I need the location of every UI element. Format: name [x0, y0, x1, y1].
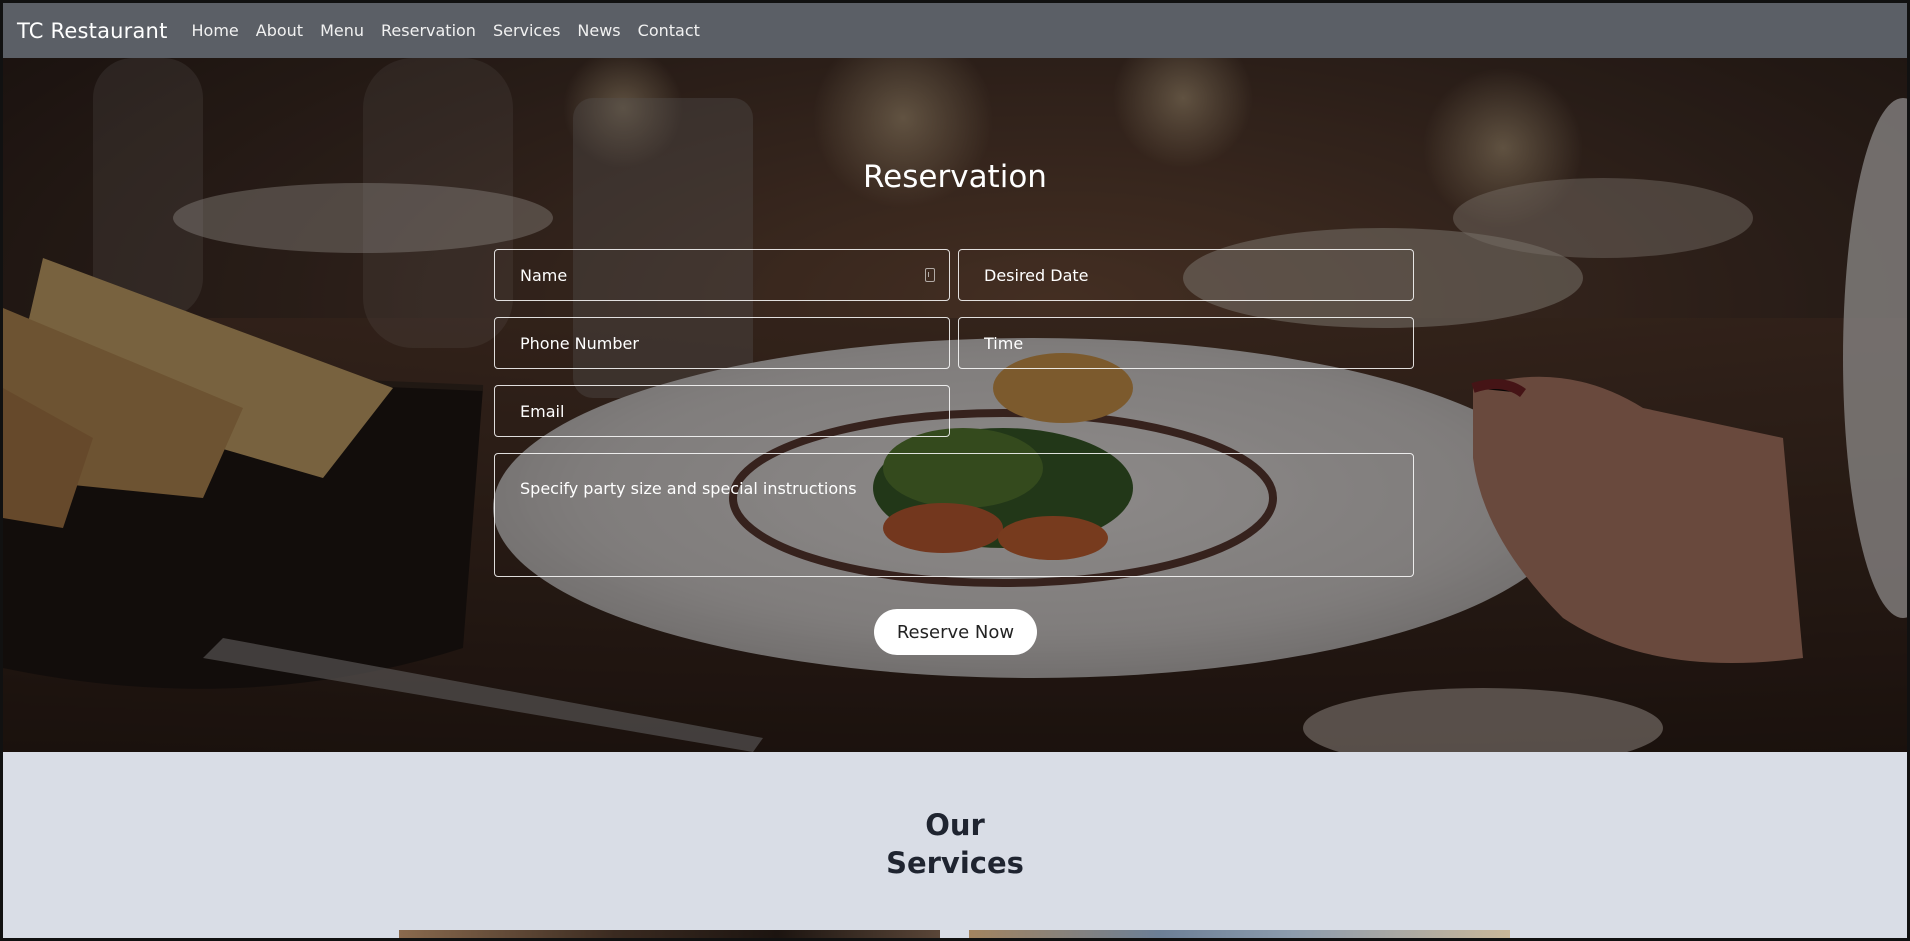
services-section: Our Services [3, 752, 1907, 938]
nav-link-news[interactable]: News [577, 21, 620, 40]
nav-link-services[interactable]: Services [493, 21, 560, 40]
nav-link-contact[interactable]: Contact [638, 21, 700, 40]
nav-link-reservation[interactable]: Reservation [381, 21, 476, 40]
reserve-now-button[interactable]: Reserve Now [874, 609, 1037, 655]
navbar: TC Restaurant Home About Menu Reservatio… [3, 3, 1907, 58]
desired-date-input[interactable] [958, 249, 1414, 301]
services-title: Our Services [3, 806, 1907, 882]
brand-logo[interactable]: TC Restaurant [17, 19, 168, 43]
service-card-image-2[interactable] [969, 930, 1510, 938]
browser-viewport: TC Restaurant Home About Menu Reservatio… [0, 0, 1910, 941]
service-card-image-1[interactable] [399, 930, 940, 938]
name-input[interactable] [494, 249, 950, 301]
nav-link-home[interactable]: Home [192, 21, 239, 40]
services-title-line2: Services [886, 846, 1024, 880]
time-input[interactable] [958, 317, 1414, 369]
nav-link-about[interactable]: About [256, 21, 303, 40]
autofill-contact-icon[interactable] [925, 268, 935, 282]
services-title-line1: Our [925, 808, 985, 842]
special-instructions-textarea[interactable] [494, 453, 1414, 577]
reservation-title: Reservation [863, 159, 1047, 195]
phone-number-input[interactable] [494, 317, 950, 369]
reservation-hero: Reservation Reserve Now [3, 58, 1907, 752]
nav-link-menu[interactable]: Menu [320, 21, 364, 40]
email-input[interactable] [494, 385, 950, 437]
